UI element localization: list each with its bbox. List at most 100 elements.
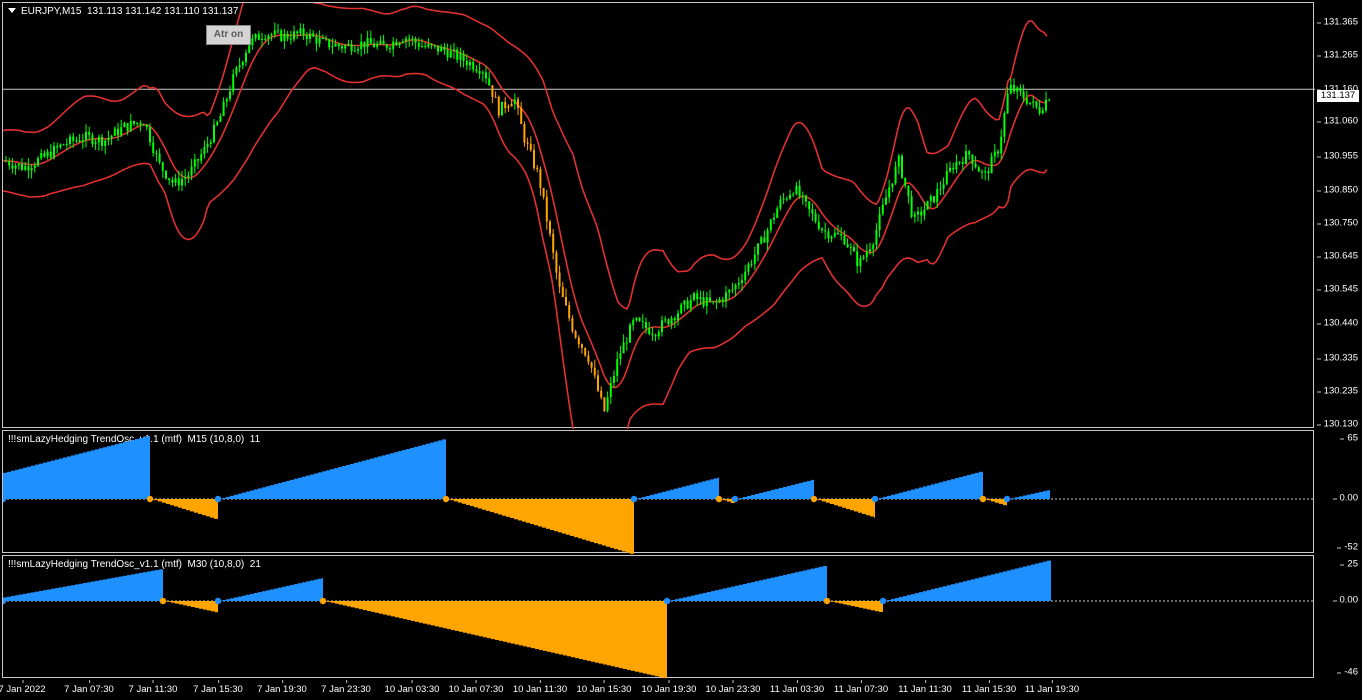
osc-m15-bar	[170, 499, 174, 506]
osc-m15-bar	[458, 499, 462, 503]
osc-m30-bar	[131, 574, 135, 601]
time-axis[interactable]: 7 Jan 2022 7 Jan 07:30 7 Jan 11:30 7 Jan 15…	[0, 680, 1362, 700]
candle	[609, 377, 612, 405]
osc-m15-bar	[131, 440, 135, 499]
osc-m15-bar	[63, 457, 67, 499]
osc-m30-bar	[395, 601, 399, 618]
osc-m15-bar	[450, 499, 454, 501]
candle	[833, 228, 836, 239]
candle	[600, 386, 603, 400]
osc-m15-bar	[967, 474, 971, 499]
candle	[104, 139, 107, 155]
osc-m15-bar	[414, 446, 418, 499]
osc-m30-bar	[1031, 564, 1035, 601]
candle	[846, 238, 849, 249]
candle	[1032, 96, 1035, 109]
price-scale[interactable]: 131.365 131.265 131.160 131.060 130.955 130.8…	[1316, 2, 1362, 430]
osc-m15-bar	[19, 468, 23, 499]
candle	[478, 62, 481, 79]
osc-m15-bar	[358, 461, 362, 499]
osc-m30-bar	[947, 585, 951, 601]
osc-m15-bar	[727, 499, 731, 502]
candle	[705, 292, 708, 315]
candle	[798, 179, 801, 199]
candle	[577, 335, 580, 349]
osc-m15-bar	[594, 499, 598, 544]
candle	[840, 227, 843, 241]
candle	[1006, 87, 1009, 115]
candle	[1019, 84, 1022, 96]
osc-m30-bar	[751, 582, 755, 601]
osc-m15-bar	[947, 480, 951, 499]
osc-m30-bar	[631, 601, 635, 671]
osc-m30-bar	[543, 601, 547, 651]
candle	[88, 126, 91, 140]
osc-m30-bar	[207, 601, 211, 611]
osc-m30-bar	[835, 601, 839, 603]
candle	[449, 44, 452, 59]
osc-m30-bar	[447, 601, 451, 630]
osc-m30-bar	[47, 589, 51, 601]
atr-on-button[interactable]: Atr on	[206, 25, 251, 45]
osc-m30-bar	[63, 586, 67, 601]
osc-m30-bar	[435, 601, 439, 627]
osc-m30-bar	[479, 601, 483, 637]
osc-m30-bar	[27, 593, 31, 601]
candle	[1000, 129, 1003, 160]
osc-m15-bar	[771, 489, 775, 499]
candle	[904, 177, 907, 189]
candle	[830, 235, 833, 243]
osc-m30-bar	[234, 597, 238, 601]
osc-m30-bar	[691, 595, 695, 601]
candle	[62, 143, 65, 146]
osc-m30-panel[interactable]: !!!smLazyHedging TrendOsc_v1.1 (mtf) M30…	[2, 555, 1315, 679]
osc-m15-bar	[818, 499, 822, 501]
price-tick: 130.750	[1316, 217, 1358, 229]
main-chart-panel[interactable]: EURJPY,M15 131.113 131.142 131.110 131.1…	[2, 2, 1315, 429]
osc-m15-bar	[534, 499, 538, 526]
osc-m15-bar	[334, 468, 338, 499]
osc-m15-bar	[799, 482, 803, 499]
osc-m15-bar	[55, 459, 59, 499]
candle	[430, 43, 433, 50]
candle	[424, 42, 427, 49]
candle	[769, 218, 772, 233]
candle	[446, 43, 449, 62]
osc-m30-bar	[191, 601, 195, 608]
candle	[59, 143, 62, 150]
osc-m30-bar	[739, 584, 743, 601]
candle	[875, 223, 878, 250]
osc-m15-bar	[462, 499, 466, 504]
osc-m30-bar	[282, 586, 286, 601]
osc-m30-bar	[911, 594, 915, 601]
candle	[309, 28, 311, 44]
osc-m15-bar	[963, 475, 967, 499]
osc-m30-bar	[286, 585, 290, 601]
candle	[664, 316, 667, 323]
osc-m30-bar	[1023, 566, 1027, 601]
candle	[881, 198, 884, 216]
candle	[737, 277, 740, 290]
osc-m15-bar	[7, 471, 11, 499]
candle	[897, 153, 900, 175]
osc-m15-panel[interactable]: !!!smLazyHedging TrendOsc_v1.1 (mtf) M15…	[2, 430, 1315, 554]
osc-m15-bar	[510, 499, 514, 519]
osc-m15-bar	[714, 478, 718, 499]
candle	[753, 246, 756, 270]
osc-m30-bar	[623, 601, 627, 670]
osc-m15-bar	[791, 484, 795, 499]
osc-m15-bar	[723, 499, 727, 501]
candle	[21, 158, 23, 172]
candle	[558, 265, 561, 294]
candle	[782, 192, 785, 205]
candle	[475, 65, 478, 74]
candle	[1045, 91, 1047, 113]
osc-m15-bar	[470, 499, 474, 507]
osc-m15-signal-dot	[871, 495, 879, 503]
candle	[129, 113, 132, 133]
osc-m15-signal-dot	[1003, 495, 1011, 503]
osc-m30-bar	[823, 565, 827, 601]
osc-m15-bar	[670, 489, 674, 499]
osc-m15-bar	[943, 481, 947, 499]
candle	[533, 144, 535, 171]
